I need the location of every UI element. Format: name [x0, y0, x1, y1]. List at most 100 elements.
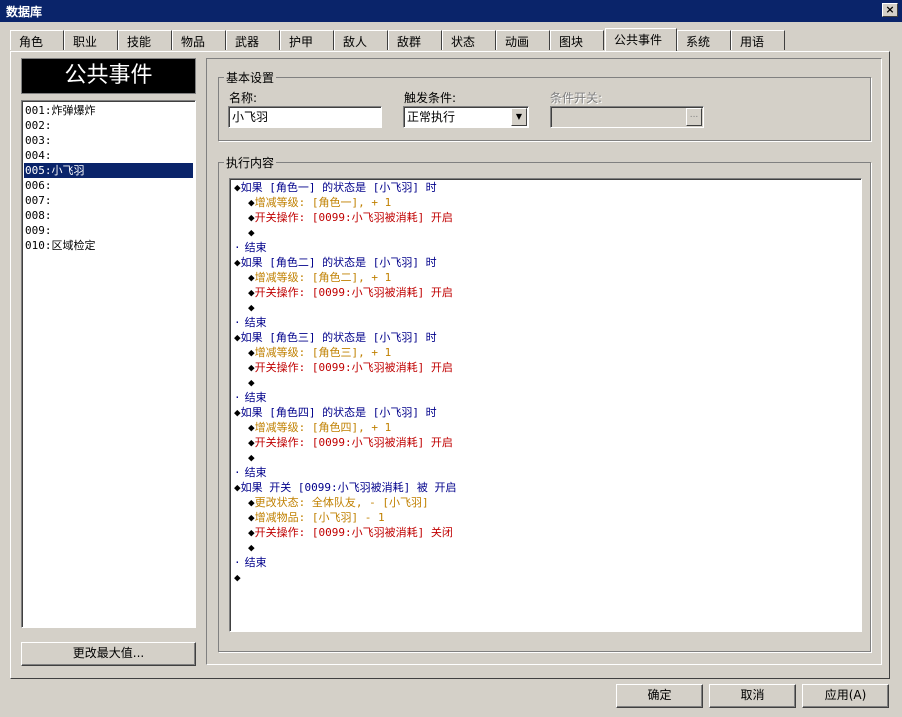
database-window: 数据库 × 角色 职业 技能 物品 武器 护甲 敌人 敌群 状态 动画 图块 公共事件 系统 用语 公共事… — [0, 0, 902, 717]
command-text: 结束 — [244, 556, 267, 569]
condition-switch-label: 条件开关: — [550, 91, 603, 105]
basic-settings-label: 基本设置 — [224, 69, 277, 86]
command-marker: ◆ — [234, 181, 241, 194]
list-item[interactable]: 006: — [24, 178, 193, 193]
command-marker: ◆ — [234, 481, 241, 494]
tab-strip: 角色 职业 技能 物品 武器 护甲 敌人 敌群 状态 动画 图块 公共事件 系统 用语 — [10, 28, 890, 52]
command-marker: · — [234, 391, 241, 404]
command-row[interactable]: ◆增减等级: [角色一], + 1 — [234, 195, 857, 210]
command-row[interactable]: · 结束 — [234, 465, 857, 480]
command-marker: ◆ — [248, 436, 255, 449]
change-max-button[interactable]: 更改最大值... — [21, 642, 196, 666]
list-item[interactable]: 003: — [24, 133, 193, 148]
command-text: 开关操作: [0099:小飞羽被消耗] 开启 — [254, 211, 453, 224]
command-marker: ◆ — [248, 286, 255, 299]
command-marker: ◆ — [248, 511, 255, 524]
command-row[interactable]: ◆ — [234, 450, 857, 465]
command-marker: ◆ — [248, 421, 255, 434]
command-marker: ◆ — [248, 346, 255, 359]
tab-13[interactable]: 系统 — [677, 30, 731, 50]
list-item[interactable]: 001:炸弹爆炸 — [24, 103, 193, 118]
tab-5[interactable]: 武器 — [226, 30, 280, 50]
command-row[interactable]: ◆ — [234, 225, 857, 240]
command-row[interactable]: ◆ — [234, 540, 857, 555]
close-button[interactable]: × — [882, 3, 898, 17]
command-row[interactable]: ◆增减等级: [角色三], + 1 — [234, 345, 857, 360]
name-field[interactable]: 小飞羽 — [228, 106, 382, 128]
tab-1[interactable]: 角色 — [10, 30, 64, 50]
command-text: 如果 开关 [0099:小飞羽被消耗] 被 开启 — [240, 481, 457, 494]
command-marker: ◆ — [248, 526, 255, 539]
ok-button[interactable]: 确定 — [616, 684, 703, 708]
command-text: 增减等级: [角色三], + 1 — [254, 346, 392, 359]
tab-7[interactable]: 敌人 — [334, 30, 388, 50]
command-row[interactable]: ◆开关操作: [0099:小飞羽被消耗] 开启 — [234, 360, 857, 375]
command-row[interactable]: ◆ — [234, 570, 857, 585]
command-row[interactable]: ◆更改状态: 全体队友, - [小飞羽] — [234, 495, 857, 510]
command-row[interactable]: ◆如果 [角色三] 的状态是 [小飞羽] 时 — [234, 330, 857, 345]
name-label: 名称: — [229, 91, 258, 105]
command-row[interactable]: ◆开关操作: [0099:小飞羽被消耗] 开启 — [234, 435, 857, 450]
command-marker: ◆ — [248, 496, 255, 509]
command-text: 增减物品: [小飞羽] - 1 — [254, 511, 385, 524]
command-row[interactable]: · 结束 — [234, 555, 857, 570]
command-row[interactable]: ◆ — [234, 375, 857, 390]
tab-3[interactable]: 技能 — [118, 30, 172, 50]
command-row[interactable]: ◆如果 [角色二] 的状态是 [小飞羽] 时 — [234, 255, 857, 270]
command-row[interactable]: ◆开关操作: [0099:小飞羽被消耗] 关闭 — [234, 525, 857, 540]
list-item[interactable]: 008: — [24, 208, 193, 223]
command-row[interactable]: · 结束 — [234, 240, 857, 255]
command-text: 开关操作: [0099:小飞羽被消耗] 开启 — [254, 361, 453, 374]
list-item[interactable]: 004: — [24, 148, 193, 163]
title-bar: 数据库 × — [0, 0, 902, 22]
command-row[interactable]: ◆增减等级: [角色四], + 1 — [234, 420, 857, 435]
condition-switch-field: ... — [550, 106, 704, 128]
command-row[interactable]: · 结束 — [234, 315, 857, 330]
cancel-button[interactable]: 取消 — [709, 684, 796, 708]
tab-2[interactable]: 职业 — [64, 30, 118, 50]
list-item[interactable]: 009: — [24, 223, 193, 238]
command-text: 增减等级: [角色一], + 1 — [254, 196, 392, 209]
list-item[interactable]: 002: — [24, 118, 193, 133]
list-item[interactable]: 005:小飞羽 — [23, 162, 194, 179]
apply-button[interactable]: 应用(A) — [802, 684, 889, 708]
tab-9[interactable]: 状态 — [442, 30, 496, 50]
tab-6[interactable]: 护甲 — [280, 30, 334, 50]
command-marker: · — [234, 466, 241, 479]
command-text: 结束 — [244, 316, 267, 329]
command-row[interactable]: ◆开关操作: [0099:小飞羽被消耗] 开启 — [234, 285, 857, 300]
tab-11[interactable]: 图块 — [550, 30, 604, 50]
command-row[interactable]: ◆如果 开关 [0099:小飞羽被消耗] 被 开启 — [234, 480, 857, 495]
command-marker: ◆ — [248, 301, 255, 314]
chevron-down-icon[interactable]: ▼ — [511, 108, 527, 126]
command-row[interactable]: ◆增减物品: [小飞羽] - 1 — [234, 510, 857, 525]
command-row[interactable]: · 结束 — [234, 390, 857, 405]
command-marker: ◆ — [248, 211, 255, 224]
command-row[interactable]: ◆ — [234, 300, 857, 315]
tab-4[interactable]: 物品 — [172, 30, 226, 50]
command-marker: ◆ — [234, 331, 241, 344]
command-row[interactable]: ◆开关操作: [0099:小飞羽被消耗] 开启 — [234, 210, 857, 225]
command-text: 结束 — [244, 241, 267, 254]
tab-8[interactable]: 敌群 — [388, 30, 442, 50]
list-item[interactable]: 007: — [24, 193, 193, 208]
command-marker: ◆ — [248, 376, 255, 389]
window-title: 数据库 — [6, 5, 43, 19]
command-row[interactable]: ◆如果 [角色一] 的状态是 [小飞羽] 时 — [234, 180, 857, 195]
command-marker: ◆ — [248, 271, 255, 284]
list-item[interactable]: 010:区域检定 — [24, 238, 193, 253]
command-row[interactable]: ◆如果 [角色四] 的状态是 [小飞羽] 时 — [234, 405, 857, 420]
command-text: 开关操作: [0099:小飞羽被消耗] 开启 — [254, 436, 453, 449]
tab-12[interactable]: 公共事件 — [605, 28, 677, 51]
command-text: 开关操作: [0099:小飞羽被消耗] 开启 — [254, 286, 453, 299]
command-text: 增减等级: [角色二], + 1 — [254, 271, 392, 284]
common-event-list[interactable]: 001:炸弹爆炸 002: 003: 004: 005:小飞羽 006: 007: 008: 0… — [21, 100, 196, 628]
trigger-select[interactable]: 正常执行 ▼ — [403, 106, 529, 128]
command-row[interactable]: ◆增减等级: [角色二], + 1 — [234, 270, 857, 285]
event-command-list[interactable]: ◆如果 [角色一] 的状态是 [小飞羽] 时 ◆增减等级: [角色一], + 1 ◆… — [229, 178, 862, 632]
command-marker: · — [234, 316, 241, 329]
tab-14[interactable]: 用语 — [731, 30, 785, 50]
command-marker: ◆ — [248, 541, 255, 554]
command-marker: ◆ — [248, 196, 255, 209]
tab-10[interactable]: 动画 — [496, 30, 550, 50]
